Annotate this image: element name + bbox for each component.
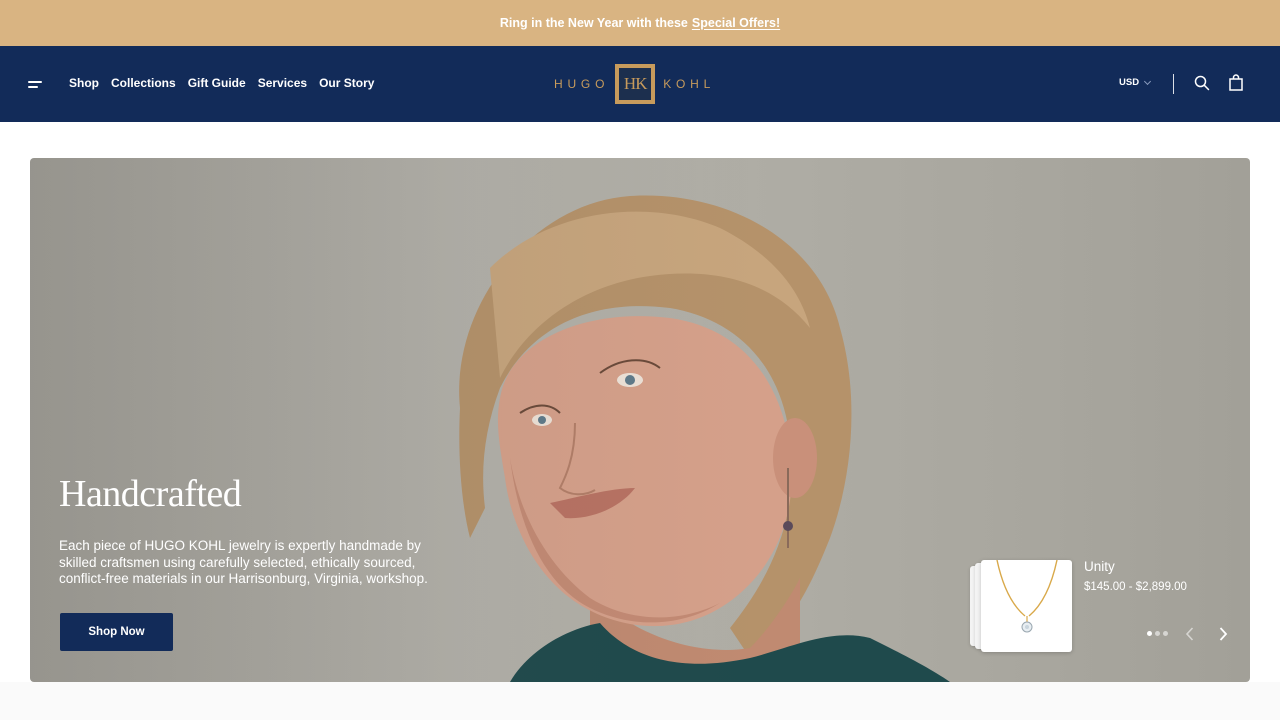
- special-offers-link[interactable]: Special Offers!: [692, 16, 780, 30]
- shop-now-button[interactable]: Shop Now: [60, 613, 173, 651]
- chevron-left-icon[interactable]: [1184, 627, 1196, 641]
- hero-title: Handcrafted: [59, 473, 242, 515]
- currency-selector[interactable]: USD: [1119, 77, 1152, 88]
- slide-dot-1[interactable]: [1147, 631, 1152, 636]
- bag-icon[interactable]: [1228, 74, 1244, 91]
- logo-mark: HK: [615, 64, 656, 104]
- product-name[interactable]: Unity: [1084, 559, 1115, 574]
- nav-services[interactable]: Services: [258, 76, 307, 90]
- hero-banner: Handcrafted Each piece of HUGO KOHL jewe…: [30, 158, 1250, 682]
- logo-word-left: HUGO: [554, 77, 610, 91]
- logo-word-right: KOHL: [663, 77, 716, 91]
- hero-description: Each piece of HUGO KOHL jewelry is exper…: [59, 538, 428, 586]
- necklace-image: [996, 560, 1058, 633]
- main-nav: Shop Collections Gift Guide Services Our…: [69, 76, 386, 90]
- nav-collections[interactable]: Collections: [111, 76, 176, 90]
- site-header: Shop Collections Gift Guide Services Our…: [0, 46, 1280, 122]
- chevron-down-icon: [1144, 77, 1152, 85]
- announcement-text: Ring in the New Year with these: [499, 16, 688, 30]
- header-divider: [1173, 74, 1174, 94]
- nav-our-story[interactable]: Our Story: [319, 76, 374, 90]
- slide-dot-2[interactable]: [1155, 631, 1160, 636]
- product-thumbnail[interactable]: [981, 560, 1072, 652]
- chevron-right-icon[interactable]: [1217, 627, 1229, 641]
- slide-pagination: [1147, 631, 1168, 636]
- product-card-stack[interactable]: [970, 560, 1072, 652]
- search-icon[interactable]: [1194, 75, 1210, 91]
- page-below-fold: [0, 682, 1280, 720]
- nav-gift-guide[interactable]: Gift Guide: [188, 76, 246, 90]
- nav-shop[interactable]: Shop: [69, 76, 99, 90]
- logo-mark-text: HK: [623, 74, 648, 93]
- product-price: $145.00 - $2,899.00: [1084, 581, 1187, 593]
- menu-icon[interactable]: [28, 80, 44, 90]
- currency-label: USD: [1119, 77, 1140, 88]
- slide-dot-3[interactable]: [1163, 631, 1168, 636]
- brand-logo[interactable]: HUGO HK KOHL: [554, 64, 726, 104]
- announcement-bar: Ring in the New Year with these Special …: [0, 0, 1280, 46]
